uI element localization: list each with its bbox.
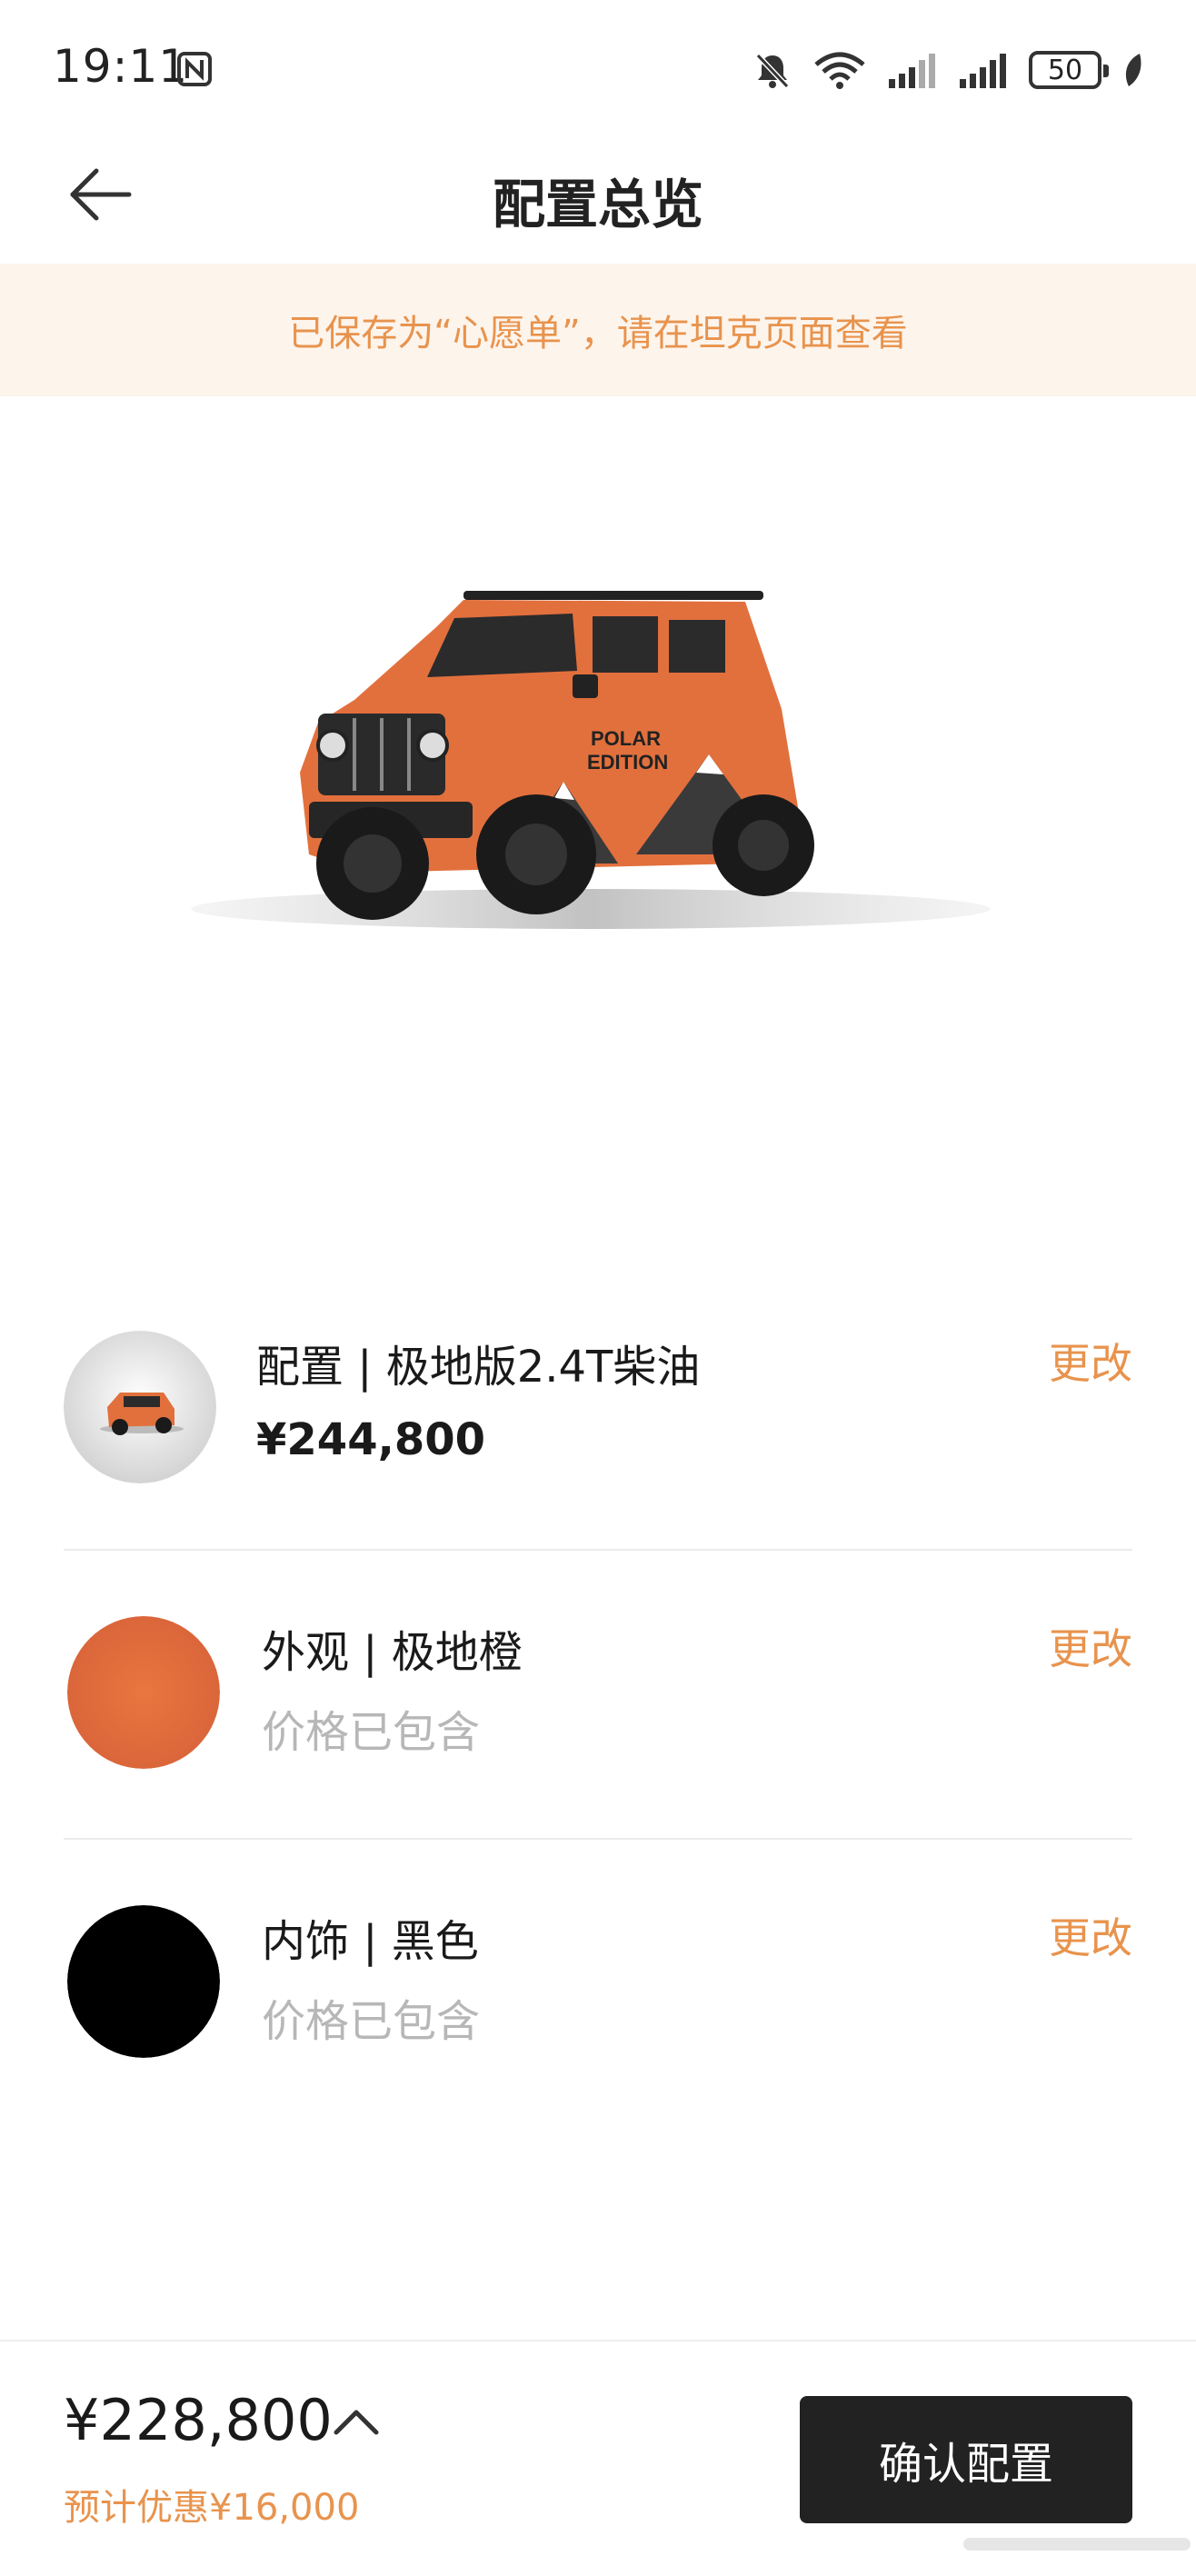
option-price: ¥244,800: [256, 1414, 486, 1465]
chevron-up-icon[interactable]: [333, 2405, 380, 2438]
car-render-image: POLAR EDITION: [191, 591, 991, 929]
signal-icon: [889, 54, 935, 88]
divider: [64, 1838, 1132, 1840]
status-icons: 50: [752, 47, 1145, 93]
confirm-config-button[interactable]: 确认配置: [800, 2396, 1132, 2523]
total-price: ¥228,800: [64, 2387, 333, 2453]
svg-text:EDITION: EDITION: [587, 751, 668, 774]
change-exterior-link[interactable]: 更改: [1049, 1616, 1132, 1676]
divider: [64, 1549, 1132, 1551]
page-title: 配置总览: [492, 174, 703, 235]
status-time: 19:11: [53, 40, 189, 93]
wishlist-notice-banner: 已保存为“心愿单”，请在坦克页面查看: [0, 264, 1196, 396]
interior-color-swatch: [67, 1905, 220, 2058]
home-indicator: [963, 2538, 1191, 2551]
change-interior-link[interactable]: 更改: [1049, 1905, 1132, 1965]
exterior-color-swatch: [67, 1616, 220, 1769]
change-configuration-link[interactable]: 更改: [1049, 1331, 1132, 1391]
option-price-note: 价格已包含: [262, 1707, 481, 1758]
option-row-exterior: 外观 | 极地橙 价格已包含 更改: [64, 1616, 1132, 1771]
option-row-interior: 内饰 | 黑色 价格已包含 更改: [64, 1905, 1132, 2060]
option-title: 外观 | 极地橙: [262, 1627, 523, 1678]
option-title: 配置 | 极地版2.4T柴油: [256, 1342, 701, 1393]
signal-icon: [960, 54, 1006, 88]
battery-icon: 50: [1029, 51, 1109, 89]
car-thumbnail: [64, 1331, 216, 1483]
leaf-icon: [1125, 54, 1141, 86]
notice-text: 已保存为“心愿单”，请在坦克页面查看: [288, 313, 908, 354]
nfc-icon: [177, 52, 212, 86]
mute-icon: [755, 53, 790, 89]
option-title: 内饰 | 黑色: [262, 1916, 479, 1967]
option-price-note: 价格已包含: [262, 1996, 481, 2047]
wifi-icon: [814, 52, 865, 89]
svg-text:POLAR: POLAR: [591, 727, 661, 750]
option-row-configuration: 配置 | 极地版2.4T柴油 ¥244,800 更改: [64, 1331, 1132, 1485]
header: 配置总览: [0, 136, 1196, 264]
discount-text: 预计优惠¥16,000: [64, 2487, 360, 2529]
status-bar: 19:11 50: [0, 0, 1196, 136]
